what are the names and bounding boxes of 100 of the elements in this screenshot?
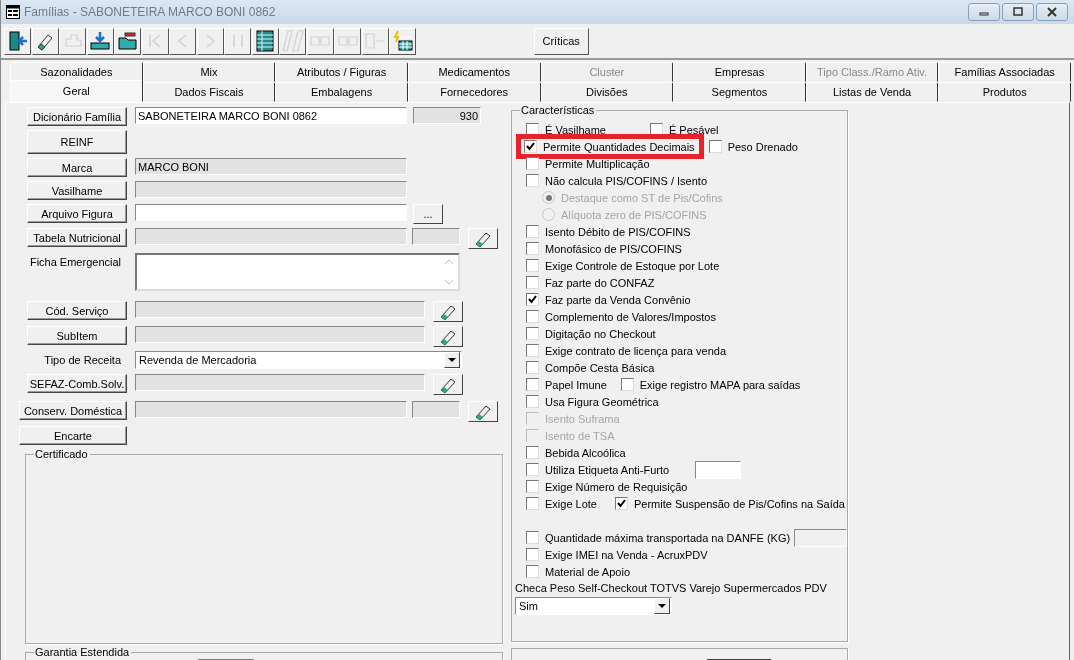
exit-tool-button[interactable]	[4, 27, 31, 55]
tab[interactable]: Divisões	[540, 82, 674, 102]
option-label: Destaque como ST de Pis/Cofins	[561, 191, 723, 204]
close-button[interactable]	[1036, 3, 1068, 21]
scroll-arrows-icon	[444, 257, 454, 287]
option-label: Peso Drenado	[727, 140, 798, 153]
eraser-tool-button[interactable]	[31, 27, 59, 55]
checkbox[interactable]	[526, 531, 539, 544]
tab[interactable]: Produtos	[938, 82, 1071, 102]
grid-tool-button[interactable]	[251, 27, 279, 55]
tab[interactable]: Atributos / Figuras	[275, 62, 408, 82]
option-label: Exige contrato de licença para venda	[545, 344, 726, 357]
checkbox[interactable]	[526, 395, 539, 408]
field-button[interactable]: REINF	[27, 130, 127, 154]
checkbox[interactable]	[526, 378, 539, 391]
field-button[interactable]: Conserv. Doméstica	[19, 401, 127, 420]
grid-icon	[254, 30, 276, 52]
minimize-button[interactable]	[968, 3, 1000, 21]
checkbox[interactable]	[620, 378, 634, 391]
checkbox[interactable]	[526, 276, 539, 289]
lightning-tool-button[interactable]	[389, 27, 416, 55]
checkbox[interactable]	[526, 565, 539, 578]
folder-tool-button[interactable]	[114, 27, 141, 55]
maximize-button[interactable]	[1002, 3, 1034, 21]
checkbox[interactable]	[526, 361, 539, 374]
option-label: Permite Quantidades Decimais	[543, 140, 695, 153]
option-label: É Pesável	[668, 123, 719, 136]
checkbox[interactable]	[526, 259, 539, 272]
dropdown-arrow-icon	[448, 357, 456, 363]
checkbox[interactable]	[526, 480, 539, 493]
app-icon	[6, 5, 20, 19]
field-button[interactable]: Marca	[27, 158, 127, 177]
dropdown-arrow-icon	[658, 603, 666, 609]
close-icon	[1047, 7, 1057, 17]
text-field[interactable]	[135, 204, 407, 221]
option-label: Exige Lote	[545, 497, 597, 510]
tab[interactable]: Embalagens	[275, 82, 408, 102]
field-label: Ficha Emergencial	[29, 255, 122, 268]
group-title: Características	[520, 104, 597, 117]
checkbox[interactable]	[524, 140, 537, 153]
checkbox[interactable]	[526, 310, 539, 323]
maximize-icon	[1013, 7, 1023, 17]
tab[interactable]: Empresas	[673, 62, 806, 82]
checkbox[interactable]	[526, 327, 539, 340]
eraser-button[interactable]	[433, 374, 463, 395]
checkbox[interactable]	[708, 140, 722, 153]
option-label: Faz parte do CONFAZ	[545, 276, 655, 289]
tab[interactable]: Fornecedores	[407, 82, 541, 102]
tab[interactable]: Dados Fiscais	[142, 82, 276, 102]
field-button[interactable]: Arquivo Figura	[27, 204, 127, 223]
tab[interactable]: Mix	[142, 62, 276, 82]
eraser-button[interactable]	[433, 326, 463, 347]
checkbox[interactable]	[615, 497, 628, 510]
option-label: Isento de TSA	[545, 429, 615, 442]
checkbox[interactable]	[526, 463, 539, 476]
tab[interactable]: Famílias Associadas	[938, 62, 1071, 82]
option-label: Exige registro MAPA para saídas	[639, 378, 801, 391]
tab[interactable]: Listas de Venda	[805, 82, 939, 102]
checkbox[interactable]	[526, 157, 539, 170]
checkbox[interactable]	[526, 497, 539, 510]
option-label: Usa Figura Geométrica	[545, 395, 659, 408]
checkbox[interactable]	[526, 446, 539, 459]
checkbox[interactable]	[526, 225, 539, 238]
checkbox[interactable]	[526, 174, 539, 187]
group-title: Garantia Estendida	[34, 646, 132, 659]
field-button[interactable]: Encarte	[19, 426, 127, 445]
field-button[interactable]: SEFAZ-Comb.Solv.	[27, 374, 127, 393]
field-button[interactable]: Tabela Nutricional	[27, 228, 127, 247]
option-label: Utiliza Etiqueta Anti-Furto	[545, 463, 670, 476]
option-label: Permite Multiplicação	[545, 157, 650, 170]
option-label: É Vasilhame	[545, 123, 606, 136]
criticas-button[interactable]: Críticas	[533, 27, 589, 55]
tab[interactable]: Geral	[10, 80, 143, 102]
field-button[interactable]: Vasilhame	[27, 181, 127, 200]
field-button[interactable]: Dicionário Família	[27, 107, 127, 126]
checkbox[interactable]	[526, 293, 539, 306]
text-field[interactable]	[695, 460, 742, 479]
field-button[interactable]: Cód. Serviço	[27, 301, 127, 320]
browse-button[interactable]: ...	[413, 204, 443, 224]
select-field[interactable]: Revenda de Mercadoria	[135, 351, 462, 369]
option-label: Complemento de Valores/Impostos	[545, 310, 716, 323]
checkbox[interactable]	[526, 344, 539, 357]
option-label: Exige Controle de Estoque por Lote	[545, 259, 720, 272]
text-field[interactable]: SABONETEIRA MARCO BONI 0862	[135, 107, 407, 124]
select-field[interactable]: Sim	[515, 597, 672, 615]
field-button[interactable]: SubItem	[27, 326, 127, 345]
tab[interactable]: Segmentos	[673, 82, 806, 102]
eraser-button[interactable]	[433, 301, 463, 322]
option-label: Isento Débito de PIS/COFINS	[545, 225, 691, 238]
tab[interactable]: Sazonalidades	[10, 62, 143, 82]
boxline-icon	[364, 30, 386, 52]
memo-field[interactable]	[135, 253, 460, 291]
eraser-button[interactable]	[468, 228, 498, 249]
option-label: Alíquota zero de PIS/COFINS	[561, 208, 707, 221]
import-tool-button[interactable]	[86, 27, 114, 55]
eraser-button[interactable]	[468, 401, 498, 422]
checkbox[interactable]	[526, 242, 539, 255]
option-label: Isento Suframa	[545, 412, 620, 425]
tab[interactable]: Medicamentos	[407, 62, 541, 82]
checkbox[interactable]	[526, 548, 539, 561]
